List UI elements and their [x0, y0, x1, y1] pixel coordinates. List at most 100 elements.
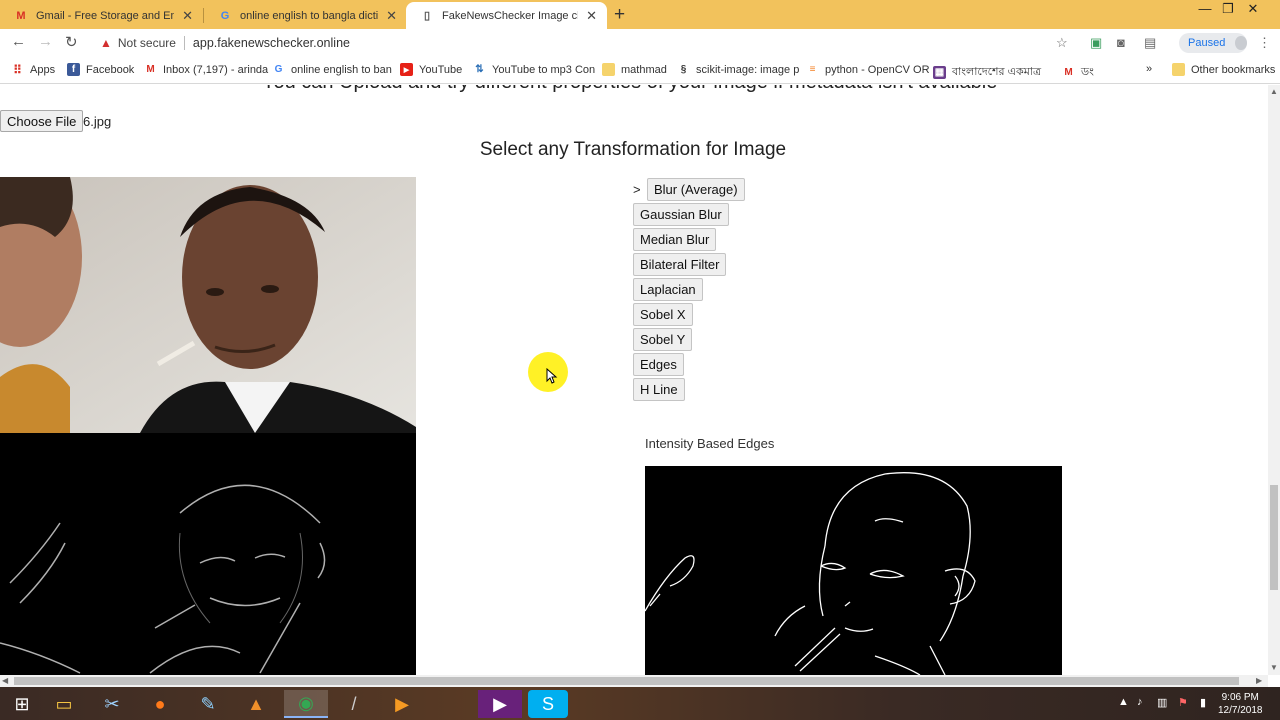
bookmark-facebook[interactable]: f Facebook: [67, 63, 134, 76]
forward-icon[interactable]: →: [38, 33, 53, 50]
windows-taskbar: ⊞ ▭ ✂ ● ✎ ▲ ◉ / ▶ ▶ S ▲ ♪ ▥ ⚑ ▮ 9:06 PM …: [0, 687, 1280, 720]
security-label: Not secure: [117, 36, 176, 50]
tab-gmail[interactable]: M Gmail - Free Storage and Email fr ✕: [0, 2, 203, 29]
profile-paused-button[interactable]: Paused: [1179, 33, 1247, 53]
warning-icon: ▲: [100, 36, 112, 50]
close-icon[interactable]: ✕: [386, 8, 397, 24]
bookmark-youtube[interactable]: ▶ YouTube: [400, 63, 462, 76]
portrait-photo: [0, 177, 416, 433]
avatar: [1235, 36, 1247, 50]
volume-icon[interactable]: ♪: [1137, 696, 1143, 708]
window-close-icon[interactable]: ✕: [1238, 1, 1268, 17]
paint-icon[interactable]: ✎: [186, 690, 230, 718]
bookmark-label: online english to ban: [291, 63, 392, 76]
blur-average-button[interactable]: Blur (Average): [647, 178, 745, 201]
transform-row: Sobel X: [633, 302, 745, 327]
gmail-icon: M: [1064, 67, 1073, 78]
camera-icon[interactable]: ◙: [1117, 35, 1125, 50]
stackoverflow-icon: ≡: [809, 64, 816, 75]
bookmark-dictionary[interactable]: G online english to ban: [272, 63, 392, 76]
facebook-extension-icon[interactable]: ▤: [1144, 35, 1156, 51]
gaussian-blur-button[interactable]: Gaussian Blur: [633, 203, 729, 226]
menu-icon[interactable]: ⋮: [1258, 35, 1271, 51]
page-content: You can Upload and try different propert…: [0, 85, 1268, 675]
bookmark-label: YouTube to mp3 Con: [492, 63, 596, 76]
close-icon[interactable]: ✕: [586, 8, 597, 24]
scikit-icon: §: [680, 64, 687, 75]
close-icon[interactable]: ✕: [182, 8, 193, 24]
bookmark-inbox[interactable]: M Inbox (7,197) - arinda: [144, 63, 268, 76]
bookmark-bangla-site[interactable]: ▦ বাংলাদেশের একমাত্র: [933, 63, 1041, 82]
bookmark-label: Other bookmarks: [1191, 63, 1276, 76]
sobel-output-image: [0, 433, 416, 675]
bookmark-gmail-2[interactable]: M ডং: [1062, 63, 1094, 82]
browser-toolbar: ← → ↻ ▲ Not secure app.fakenewschecker.o…: [0, 29, 1280, 57]
pen-icon[interactable]: /: [332, 690, 376, 718]
bookmark-apps[interactable]: ⠿ Apps: [11, 62, 55, 77]
network-icon[interactable]: ▥: [1157, 696, 1167, 709]
edges-output-image: [645, 466, 1062, 675]
new-tab-button[interactable]: +: [614, 4, 625, 26]
bookmark-label: Inbox (7,197) - arinda: [163, 63, 269, 76]
firefox-icon[interactable]: ●: [138, 690, 182, 718]
scroll-down-icon[interactable]: ▼: [1270, 663, 1278, 672]
transform-row: Gaussian Blur: [633, 202, 745, 227]
matlab-icon[interactable]: ▲: [234, 690, 278, 718]
show-hidden-icons-icon[interactable]: ▲: [1118, 696, 1129, 708]
transform-list: > Blur (Average) Gaussian Blur Median Bl…: [633, 177, 745, 402]
other-bookmarks[interactable]: Other bookmarks: [1172, 63, 1275, 76]
vertical-scrollbar[interactable]: ▲ ▼: [1268, 85, 1280, 675]
windows-start-icon[interactable]: ⊞: [0, 690, 44, 718]
bookmark-label: Facebook: [86, 63, 135, 76]
scroll-right-icon[interactable]: ▶: [1256, 676, 1262, 685]
youtube-icon: ▶: [400, 63, 413, 76]
paused-label: Paused: [1188, 37, 1226, 49]
transform-row: Median Blur: [633, 227, 745, 252]
chrome-icon[interactable]: ◉: [284, 690, 328, 718]
visual-studio-icon[interactable]: ▶: [478, 690, 522, 718]
bookmark-mathmad[interactable]: mathmad: [602, 63, 667, 76]
tab-title: Gmail - Free Storage and Email fr: [36, 9, 174, 22]
edges-button[interactable]: Edges: [633, 353, 684, 376]
median-blur-button[interactable]: Median Blur: [633, 228, 717, 251]
bookmark-opencv[interactable]: ≡ python - OpenCV OR: [806, 63, 930, 76]
flag-icon[interactable]: ⚑: [1178, 696, 1188, 709]
google-icon: G: [274, 64, 283, 75]
file-explorer-icon[interactable]: ▭: [42, 690, 86, 718]
h-line-button[interactable]: H Line: [633, 378, 685, 401]
scroll-up-icon[interactable]: ▲: [1270, 87, 1278, 96]
overflow-chevron-icon: »: [1146, 63, 1153, 75]
extension-save-icon[interactable]: ▣: [1090, 35, 1102, 51]
laplacian-button[interactable]: Laplacian: [633, 278, 703, 301]
address-bar[interactable]: ▲ Not secure app.fakenewschecker.online: [100, 36, 350, 50]
bilateral-filter-button[interactable]: Bilateral Filter: [633, 253, 727, 276]
clock-time: 9:06 PM: [1221, 692, 1259, 703]
bookmarks-overflow[interactable]: »: [1146, 63, 1152, 75]
snipping-tool-icon[interactable]: ✂: [90, 690, 134, 718]
choose-file-button[interactable]: Choose File: [0, 110, 84, 132]
tab-fakenewschecker[interactable]: ▯ FakeNewsChecker Image checkin ✕: [406, 2, 607, 29]
bookmark-scikit[interactable]: § scikit-image: image p: [677, 63, 800, 76]
bookmark-yt-mp3[interactable]: ⇅ YouTube to mp3 Con: [473, 63, 595, 76]
transform-row: H Line: [633, 377, 745, 402]
scroll-left-icon[interactable]: ◀: [2, 676, 8, 685]
reload-icon[interactable]: ↻: [65, 33, 78, 51]
gmail-icon: M: [146, 64, 155, 75]
horizontal-scroll-thumb[interactable]: [14, 677, 1239, 685]
star-icon[interactable]: ☆: [1056, 35, 1068, 51]
vertical-scroll-thumb[interactable]: [1270, 485, 1278, 590]
sobel-y-button[interactable]: Sobel Y: [633, 328, 693, 351]
back-icon[interactable]: ←: [11, 33, 26, 50]
tab-dictionary[interactable]: G online english to bangla dictiona ✕: [204, 2, 407, 29]
selected-marker: >: [633, 182, 641, 197]
battery-icon[interactable]: ▮: [1200, 696, 1206, 709]
transform-row: Edges: [633, 352, 745, 377]
apps-grid-icon: ⠿: [13, 62, 22, 77]
url-text[interactable]: app.fakenewschecker.online: [193, 36, 350, 50]
horizontal-scrollbar[interactable]: ◀ ▶: [0, 675, 1268, 687]
media-player-icon[interactable]: ▶: [380, 690, 424, 718]
taskbar-clock[interactable]: 9:06 PM 12/7/2018: [1218, 691, 1263, 717]
site-icon: ▦: [933, 66, 946, 79]
skype-icon[interactable]: S: [528, 690, 568, 718]
sobel-x-button[interactable]: Sobel X: [633, 303, 693, 326]
